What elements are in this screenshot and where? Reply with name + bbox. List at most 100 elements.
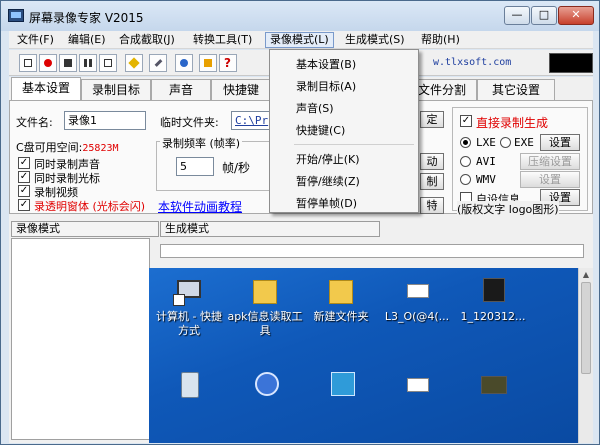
menu-generate-mode[interactable]: 生成模式(S) bbox=[341, 32, 409, 48]
tempdir-input[interactable]: C:\Pr bbox=[231, 111, 271, 130]
desktop-icon-label: L3_O(@4(... bbox=[384, 310, 450, 323]
app-shortcut-icon bbox=[249, 368, 281, 400]
generate-mode-bar bbox=[160, 244, 584, 258]
wmv-radio[interactable] bbox=[460, 174, 471, 185]
dd-record-target[interactable]: 录制目标(A) bbox=[296, 78, 356, 94]
folder-icon bbox=[249, 274, 281, 306]
lxe-radio[interactable] bbox=[460, 137, 471, 148]
desktop-icon-label: 1_120312... bbox=[460, 310, 526, 323]
desktop-icon-recycle[interactable] bbox=[151, 368, 227, 404]
partial-button-3[interactable]: 制 bbox=[420, 173, 444, 190]
app-icon bbox=[8, 9, 24, 22]
app-window: 屏幕录像专家 V2015 — □ ✕ 文件(F) 编辑(E) 合成截取(J) 转… bbox=[0, 0, 600, 445]
desktop-icon-label: 新建文件夹 bbox=[313, 310, 369, 323]
avi-radio[interactable] bbox=[460, 156, 471, 167]
fps-input[interactable]: 5 bbox=[176, 157, 214, 176]
image-file-icon bbox=[477, 368, 509, 400]
desktop-icon-file2[interactable] bbox=[379, 368, 455, 404]
preview-scrollbar[interactable]: ▲ bbox=[578, 268, 593, 443]
desktop-icon-1-120312[interactable]: 1_120312... bbox=[455, 274, 531, 324]
tab-audio[interactable]: 声音 bbox=[151, 79, 211, 100]
file-icon bbox=[401, 274, 433, 306]
direct-generate-checkbox[interactable]: ✓ bbox=[460, 115, 472, 127]
menu-convert[interactable]: 转换工具(T) bbox=[189, 32, 256, 48]
tempdir-label: 临时文件夹: bbox=[160, 116, 219, 129]
record-icon[interactable] bbox=[39, 54, 57, 72]
exe-radio[interactable] bbox=[500, 137, 511, 148]
pen-icon[interactable] bbox=[149, 54, 167, 72]
dd-start-stop[interactable]: 开始/停止(K) bbox=[296, 151, 360, 167]
record-mode-dropdown: 基本设置(B) 录制目标(A) 声音(S) 快捷键(C) 开始/停止(K) 暂停… bbox=[269, 49, 419, 213]
record-file-list[interactable] bbox=[11, 238, 150, 440]
preview-desktop[interactable]: 计算机 - 快捷方式 apk信息读取工具 新建文件夹 L3_O(@4(... 1… bbox=[149, 268, 578, 443]
compress-setup-button[interactable]: 压缩设置 bbox=[520, 153, 580, 170]
menu-record-mode[interactable]: 录像模式(L) bbox=[265, 32, 334, 48]
title-bar[interactable]: 屏幕录像专家 V2015 — □ ✕ bbox=[1, 1, 599, 31]
desktop-icon-l3[interactable]: L3_O(@4(... bbox=[379, 274, 455, 324]
dd-basic-settings[interactable]: 基本设置(B) bbox=[296, 56, 356, 72]
tab-target[interactable]: 录制目标 bbox=[81, 79, 151, 100]
new-icon[interactable] bbox=[19, 54, 37, 72]
record-audio-checkbox[interactable]: ✓ bbox=[18, 157, 30, 169]
globe-icon[interactable] bbox=[175, 54, 193, 72]
lxe-label: LXE bbox=[476, 136, 496, 149]
help-icon[interactable]: ? bbox=[219, 54, 237, 72]
menu-compose[interactable]: 合成截取(J) bbox=[115, 32, 179, 48]
window-title: 屏幕录像专家 V2015 bbox=[29, 11, 144, 25]
partial-button-1[interactable]: 定 bbox=[420, 111, 444, 128]
record-video-checkbox[interactable]: ✓ bbox=[18, 185, 30, 197]
gift-icon[interactable] bbox=[199, 54, 217, 72]
scroll-thumb[interactable] bbox=[581, 282, 591, 374]
exe-setup-button[interactable]: 设置 bbox=[540, 134, 580, 151]
wmv-setup-button[interactable]: 设置 bbox=[520, 171, 580, 188]
desktop-icon-shortcut[interactable] bbox=[227, 368, 303, 404]
record-mode-header[interactable]: 录像模式 bbox=[11, 221, 159, 237]
image-file-icon bbox=[477, 274, 509, 306]
frame-icon[interactable] bbox=[99, 54, 117, 72]
preview-box bbox=[549, 53, 593, 73]
tab-other[interactable]: 其它设置 bbox=[477, 79, 555, 100]
brush-icon[interactable] bbox=[125, 54, 143, 72]
transparent-window-checkbox[interactable]: ✓ bbox=[18, 199, 30, 211]
filename-label: 文件名: bbox=[16, 116, 53, 129]
tutorial-link[interactable]: 本软件动画教程 bbox=[158, 198, 242, 215]
recycle-bin-icon bbox=[173, 368, 205, 400]
dd-hotkey[interactable]: 快捷键(C) bbox=[296, 122, 345, 138]
menu-help[interactable]: 帮助(H) bbox=[417, 32, 464, 48]
avi-label: AVI bbox=[476, 155, 496, 168]
dd-audio[interactable]: 声音(S) bbox=[296, 100, 334, 116]
minimize-button[interactable]: — bbox=[504, 6, 530, 25]
desktop-icon-new-folder[interactable]: 新建文件夹 bbox=[303, 274, 379, 324]
app-icon-blue bbox=[325, 368, 357, 400]
desktop-icon-apk[interactable]: apk信息读取工具 bbox=[227, 274, 303, 338]
disk-space-value: 25823M bbox=[82, 143, 119, 154]
wmv-label: WMV bbox=[476, 173, 496, 186]
menu-edit[interactable]: 编辑(E) bbox=[64, 32, 110, 48]
filename-input[interactable]: 录像1 bbox=[64, 111, 146, 130]
scroll-up-arrow-icon[interactable]: ▲ bbox=[579, 268, 593, 282]
fps-group-label: 录制频率 (帧率) bbox=[160, 135, 243, 151]
computer-shortcut-icon bbox=[173, 274, 205, 306]
tab-hotkey[interactable]: 快捷键 bbox=[211, 79, 271, 100]
partial-button-2[interactable]: 动 bbox=[420, 153, 444, 170]
stop-icon[interactable] bbox=[59, 54, 77, 72]
tab-basic[interactable]: 基本设置 bbox=[11, 77, 81, 101]
dd-pause-resume[interactable]: 暂停/继续(Z) bbox=[296, 173, 360, 189]
generate-mode-header[interactable]: 生成模式 bbox=[160, 221, 380, 237]
desktop-icon-label: 计算机 - 快捷方式 bbox=[156, 310, 222, 337]
website-url[interactable]: w.tlxsoft.com bbox=[433, 57, 511, 68]
desktop-icon-computer[interactable]: 计算机 - 快捷方式 bbox=[151, 274, 227, 338]
record-cursor-checkbox[interactable]: ✓ bbox=[18, 171, 30, 183]
direct-generate-label: 直接录制生成 bbox=[476, 116, 549, 130]
desktop-icon-app[interactable] bbox=[303, 368, 379, 404]
menu-file[interactable]: 文件(F) bbox=[13, 32, 58, 48]
pause-icon[interactable] bbox=[79, 54, 97, 72]
file-icon bbox=[401, 368, 433, 400]
close-button[interactable]: ✕ bbox=[558, 6, 594, 25]
desktop-icon-image2[interactable] bbox=[455, 368, 531, 404]
transparent-window-label: 录透明窗体 (光标会闪) bbox=[34, 200, 146, 213]
dd-pause-frame[interactable]: 暂停单帧(D) bbox=[296, 195, 357, 211]
partial-button-4[interactable]: 特 bbox=[420, 197, 444, 214]
desktop-icon-label: apk信息读取工具 bbox=[227, 310, 303, 337]
maximize-button[interactable]: □ bbox=[531, 6, 557, 25]
